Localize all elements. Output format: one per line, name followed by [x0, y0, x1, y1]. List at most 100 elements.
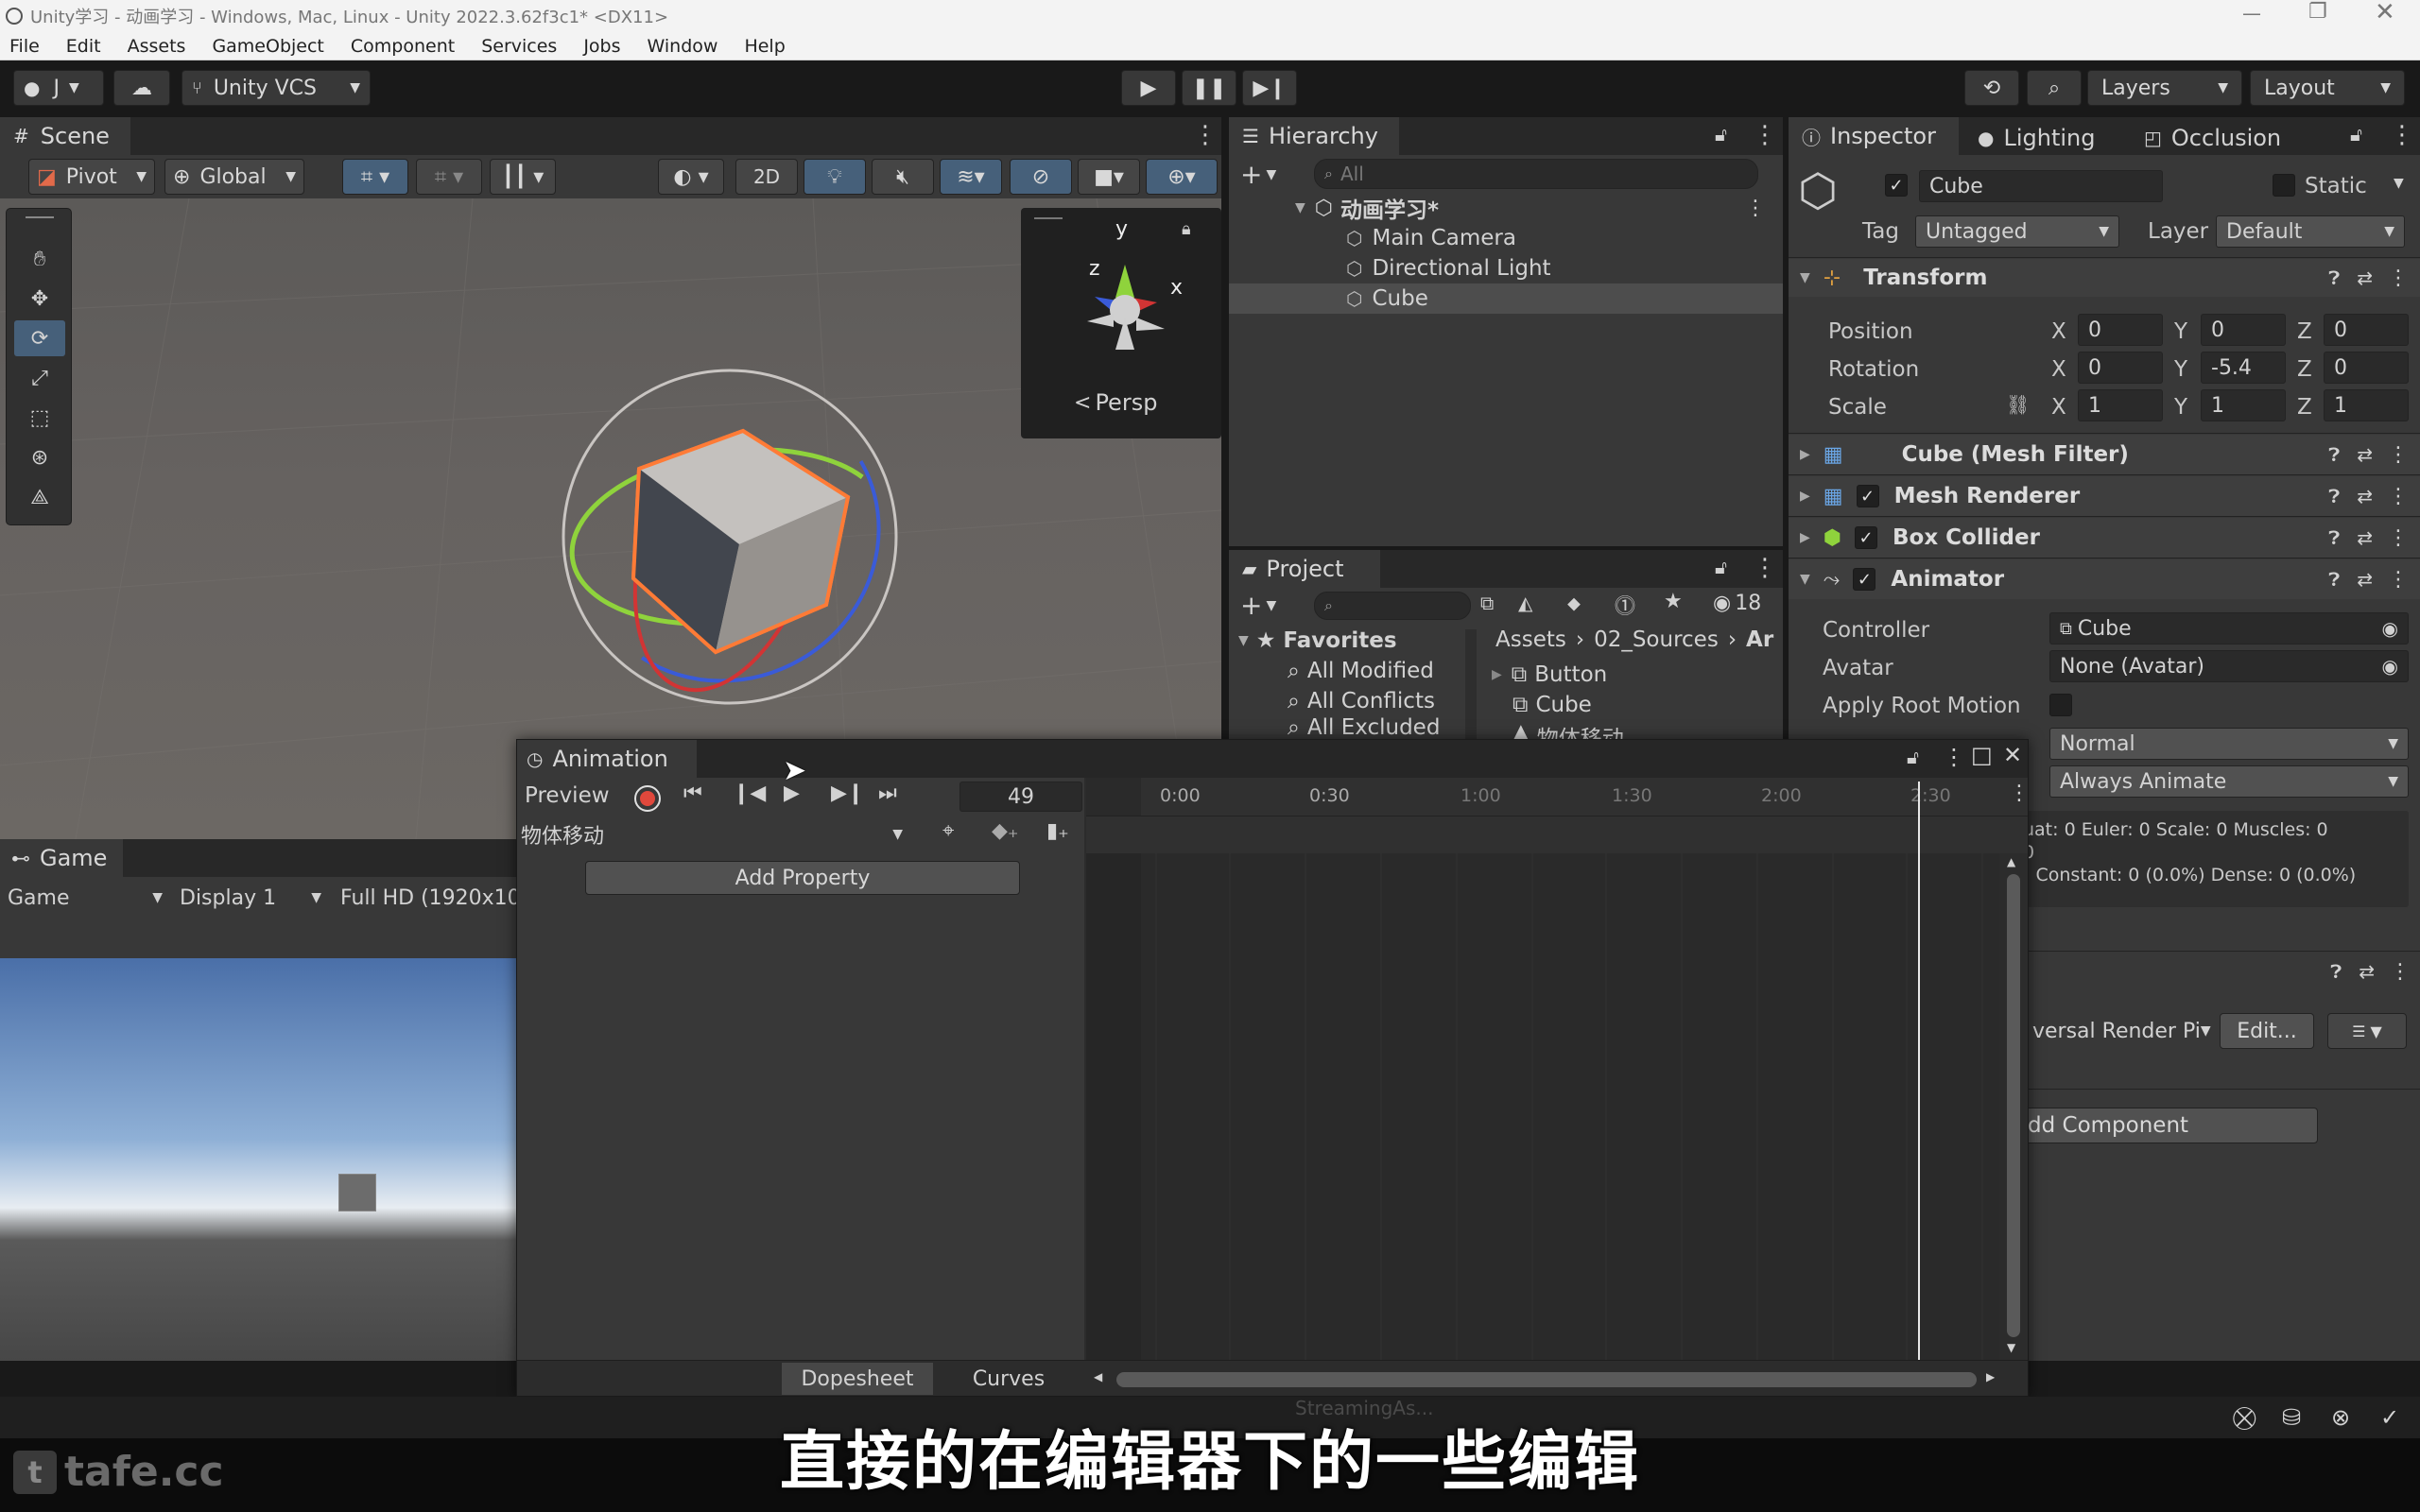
orientation-gizmo[interactable]: 🔒︎ y x z < Persp [1021, 208, 1221, 438]
scale-tool-button[interactable]: ⤢ [14, 360, 65, 396]
help-icon[interactable]: ❓︎ [2328, 568, 2340, 591]
tab-dopesheet[interactable]: Dopesheet [782, 1363, 933, 1395]
object-name-field[interactable]: Cube [1919, 170, 2163, 202]
position-z-field[interactable]: 0 [2324, 314, 2409, 346]
hierarchy-more-icon[interactable]: ⋮ [1753, 121, 1777, 149]
add-component-button[interactable]: dd Component [2023, 1108, 2318, 1143]
position-x-field[interactable]: 0 [2078, 314, 2163, 346]
component-more-icon[interactable]: ⋮ [2390, 960, 2411, 984]
history-button[interactable]: ⟲ [1964, 70, 2019, 106]
clip-dropdown[interactable]: 物体移动 ▼ [521, 819, 903, 850]
tab-project[interactable]: ▰ Project [1229, 550, 1380, 588]
static-dropdown-icon[interactable]: ▼ [2394, 176, 2404, 191]
prev-keyframe-button[interactable]: ❙◀ [733, 782, 766, 805]
layer-dropdown[interactable]: Default ▼ [2216, 215, 2405, 248]
pause-button[interactable]: ❚❚ [1182, 70, 1236, 106]
object-picker-icon[interactable]: ◉ [2382, 655, 2398, 678]
frame-field[interactable]: 49 [959, 782, 1082, 812]
debug-off-icon[interactable]: ⊗ [2331, 1404, 2350, 1431]
tab-occlusion[interactable]: ◰ Occlusion [2144, 125, 2281, 151]
first-keyframe-button[interactable]: ⏮︎ [683, 782, 702, 805]
help-icon[interactable]: ❓︎ [2330, 960, 2342, 983]
dopesheet-area[interactable] [1086, 853, 1999, 1360]
display-dropdown[interactable]: Display 1 ▼ [170, 886, 331, 910]
ruler-button[interactable]: ┃┃ ▾ [490, 159, 556, 195]
project-scrollbar[interactable] [1465, 629, 1477, 739]
help-icon[interactable]: ❓︎ [2328, 443, 2340, 466]
box-collider-enabled-checkbox[interactable]: ✓ [1855, 526, 1877, 549]
presets-icon[interactable]: ⇄ [2357, 443, 2373, 466]
component-more-icon[interactable]: ⋮ [2388, 485, 2409, 508]
animator-header[interactable]: ▼ ⤳ ✓ Animator ❓︎ ⇄ ⋮ [1789, 559, 2420, 599]
apply-root-motion-checkbox[interactable] [2049, 694, 2072, 716]
hierarchy-search-input[interactable]: ⌕ All [1314, 159, 1758, 189]
star-icon[interactable]: ★ [1664, 590, 1683, 613]
presets-icon[interactable]: ⇄ [2357, 266, 2373, 289]
static-checkbox[interactable] [2273, 174, 2295, 197]
effects-toggle[interactable]: ≋▾ [940, 159, 1002, 195]
step-button[interactable]: ▶❙ [1242, 70, 1297, 106]
menu-window[interactable]: Window [648, 36, 718, 57]
bug-icon[interactable]: ⛒ [2233, 1404, 2256, 1431]
lock-icon[interactable]: 🔓︎ [2350, 123, 2362, 146]
maximize-icon[interactable]: □ [1971, 742, 1993, 768]
game-view-dropdown[interactable]: Game ▼ [0, 886, 170, 910]
layout-dropdown[interactable]: Layout ▼ [2250, 70, 2405, 106]
component-more-icon[interactable]: ⋮ [2388, 443, 2409, 467]
project-add-button[interactable]: + ▼ [1240, 590, 1276, 621]
timeline-ruler[interactable]: 0:00 0:30 1:00 1:30 2:00 2:30 ⋮ [1086, 778, 2030, 816]
project-search-input[interactable]: ⌕ [1314, 592, 1471, 620]
hierarchy-item-main-camera[interactable]: ⬡ Main Camera [1229, 223, 1783, 253]
resolution-dropdown[interactable]: Full HD (1920x1080) [331, 886, 529, 910]
snap-increment-button[interactable]: ⌗ ▾ [416, 159, 482, 195]
scene-more-icon[interactable]: ⋮ [1745, 197, 1766, 220]
2d-toggle[interactable]: 2D [735, 159, 798, 195]
help-icon[interactable]: ❓︎ [2328, 485, 2340, 507]
mesh-filter-header[interactable]: ▶ ▦ Cube (Mesh Filter) ❓︎ ⇄ ⋮ [1789, 435, 2420, 474]
menu-services[interactable]: Services [481, 36, 557, 57]
scale-y-field[interactable]: 1 [2201, 389, 2286, 421]
rotation-x-field[interactable]: 0 [2078, 352, 2163, 384]
scroll-left-icon[interactable]: ◀ [1094, 1370, 1102, 1383]
filter-selection-icon[interactable]: ⌖ [942, 819, 954, 843]
active-checkbox[interactable]: ✓ [1885, 174, 1908, 197]
vcs-dropdown[interactable]: ⑂ Unity VCS ▼ [182, 70, 371, 106]
scroll-right-icon[interactable]: ▶ [1986, 1370, 1995, 1383]
next-keyframe-button[interactable]: ▶❙ [831, 782, 864, 805]
edit-shader-button[interactable]: Edit... [2220, 1013, 2314, 1049]
filter-type-icon[interactable]: ◭ [1518, 592, 1532, 614]
maximize-button[interactable]: ❐ [2308, 0, 2327, 24]
menu-file[interactable]: File [9, 36, 40, 57]
rect-tool-button[interactable]: ⬚ [14, 400, 65, 436]
favorite-all-modified[interactable]: ⌕ All Modified [1288, 656, 1434, 686]
check-circle-icon[interactable]: ✓ [2380, 1404, 2399, 1431]
tab-lighting[interactable]: ● Lighting [1978, 125, 2095, 151]
pivot-dropdown[interactable]: ◪ Pivot ▼ [28, 159, 155, 195]
tab-game[interactable]: ⊷ Game [0, 839, 123, 877]
cache-icon[interactable]: ⛁ [2282, 1404, 2301, 1431]
asset-button[interactable]: ▶ ⧉ Button [1492, 660, 1607, 690]
lock-icon[interactable]: 🔓︎ [1715, 123, 1727, 146]
update-mode-dropdown[interactable]: Normal ▼ [2049, 728, 2409, 760]
hand-tool-button[interactable]: ✋︎ [14, 241, 65, 277]
rotate-tool-button[interactable]: ⟳ [14, 320, 65, 356]
culling-mode-dropdown[interactable]: Always Animate ▼ [2049, 765, 2409, 798]
favorites-header[interactable]: ▼ ★ Favorites [1238, 626, 1397, 656]
scale-z-field[interactable]: 1 [2324, 389, 2409, 421]
controller-field[interactable]: ⧉ Cube ◉ [2049, 612, 2409, 644]
mesh-renderer-enabled-checkbox[interactable]: ✓ [1856, 485, 1879, 507]
animation-more-icon[interactable]: ⋮ [1943, 744, 1965, 770]
menu-assets[interactable]: Assets [128, 36, 186, 57]
tab-curves[interactable]: Curves [933, 1363, 1084, 1395]
add-keyframe-icon[interactable]: ◆₊ [992, 819, 1019, 843]
event-row[interactable] [1086, 816, 2028, 853]
favorite-all-conflicts[interactable]: ⌕ All Conflicts [1288, 686, 1435, 716]
lock-icon[interactable]: 🔓︎ [1715, 556, 1727, 578]
tab-inspector[interactable]: ⓘ Inspector [1789, 117, 1959, 155]
constrain-proportions-icon[interactable]: ⛓︎ [2006, 393, 2030, 416]
cloud-button[interactable]: ☁ [113, 70, 170, 106]
game-viewport[interactable] [0, 919, 529, 1361]
scene-root-item[interactable]: ▼ ⬡ 动画学习* ⋮ [1229, 193, 1783, 224]
rotation-z-field[interactable]: 0 [2324, 352, 2409, 384]
playhead[interactable] [1918, 782, 1920, 1360]
